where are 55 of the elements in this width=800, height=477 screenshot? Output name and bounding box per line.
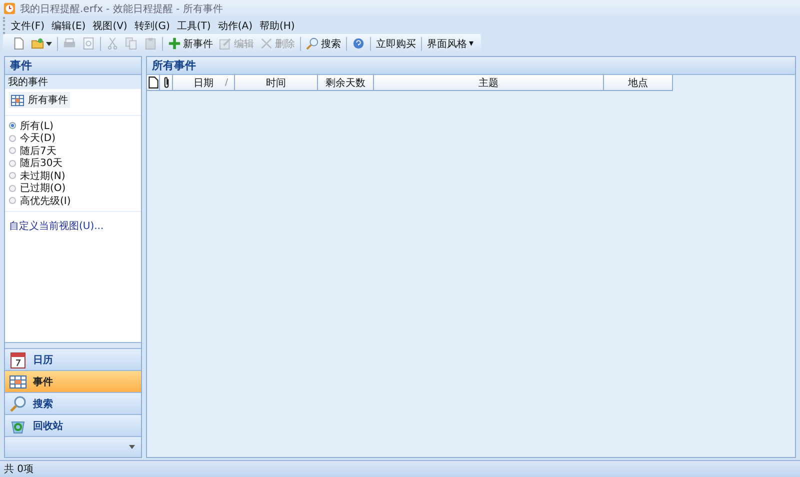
copy-icon	[125, 37, 138, 50]
window-title: 我的日程提醒.erfx - 效能日程提醒 - 所有事件	[20, 2, 223, 16]
filter-radio[interactable]: 今天(D)	[9, 132, 137, 144]
view-item[interactable]: 所有事件	[9, 92, 70, 108]
nav-button[interactable]: 回收站	[5, 414, 141, 436]
customize-view-link[interactable]: 自定义当前视图(U)...	[9, 221, 104, 232]
folder-icon	[31, 37, 44, 50]
menu-item[interactable]: 动作(A)	[218, 18, 252, 32]
edit-icon	[219, 37, 232, 50]
printer-icon	[63, 37, 76, 50]
clock-icon	[3, 2, 16, 15]
column-header[interactable]: 日期 /	[173, 75, 235, 91]
menu-item[interactable]: 编辑(E)	[52, 18, 86, 32]
clipboard-icon	[144, 37, 157, 50]
filter-radio[interactable]: 已过期(O)	[9, 182, 137, 194]
panel-title: 所有事件	[147, 57, 795, 75]
search-icon	[9, 394, 27, 412]
filter-radio[interactable]: 高优先级(I)	[9, 194, 137, 207]
filter-radio[interactable]: 随后7天	[9, 144, 137, 157]
nav-button[interactable]: 搜索	[5, 392, 141, 414]
page-icon	[82, 37, 95, 50]
filter-radio[interactable]: 未过期(N)	[9, 170, 137, 182]
section-label: 我的事件	[5, 75, 141, 89]
search-icon	[306, 37, 319, 50]
menu-item[interactable]: 视图(V)	[92, 18, 128, 32]
calendar-icon	[9, 350, 27, 368]
toolbar-button[interactable]: 搜索	[303, 34, 344, 52]
menu-item[interactable]: 转到(G)	[134, 18, 170, 32]
caret-icon[interactable]	[129, 445, 135, 449]
nav-button[interactable]: 日历	[5, 348, 141, 370]
status-text: 共 0项	[0, 460, 800, 477]
cut-icon	[106, 37, 119, 50]
column-header[interactable]: 剩余天数	[318, 75, 374, 91]
column-header[interactable]	[147, 75, 160, 91]
nav-button[interactable]: 事件	[5, 370, 141, 392]
panel-title: 事件	[5, 57, 141, 75]
menu-item[interactable]: 文件(F)	[11, 18, 45, 32]
help-icon	[352, 37, 365, 50]
menu-item[interactable]: 帮助(H)	[259, 18, 295, 32]
column-header[interactable]	[160, 75, 173, 91]
column-header[interactable]: 地点	[604, 75, 673, 91]
toolbar-button[interactable]: 界面风格 ▾	[424, 34, 477, 52]
column-header[interactable]: 主题	[374, 75, 604, 91]
toolbar-button[interactable]: 立即购买	[373, 34, 419, 52]
filter-radio[interactable]: 随后30天	[9, 157, 137, 170]
grid-icon	[11, 94, 24, 106]
delete-icon	[260, 37, 273, 50]
toolbar-button[interactable]: 新事件	[165, 34, 216, 52]
new-document-icon	[12, 37, 25, 50]
column-header[interactable]: 时间	[235, 75, 318, 91]
plus-icon	[168, 37, 181, 50]
menu-item[interactable]: 工具(T)	[176, 18, 211, 32]
filter-radio[interactable]: 所有(L)	[9, 120, 137, 132]
caret-icon	[46, 42, 52, 46]
grid-icon	[9, 372, 27, 390]
